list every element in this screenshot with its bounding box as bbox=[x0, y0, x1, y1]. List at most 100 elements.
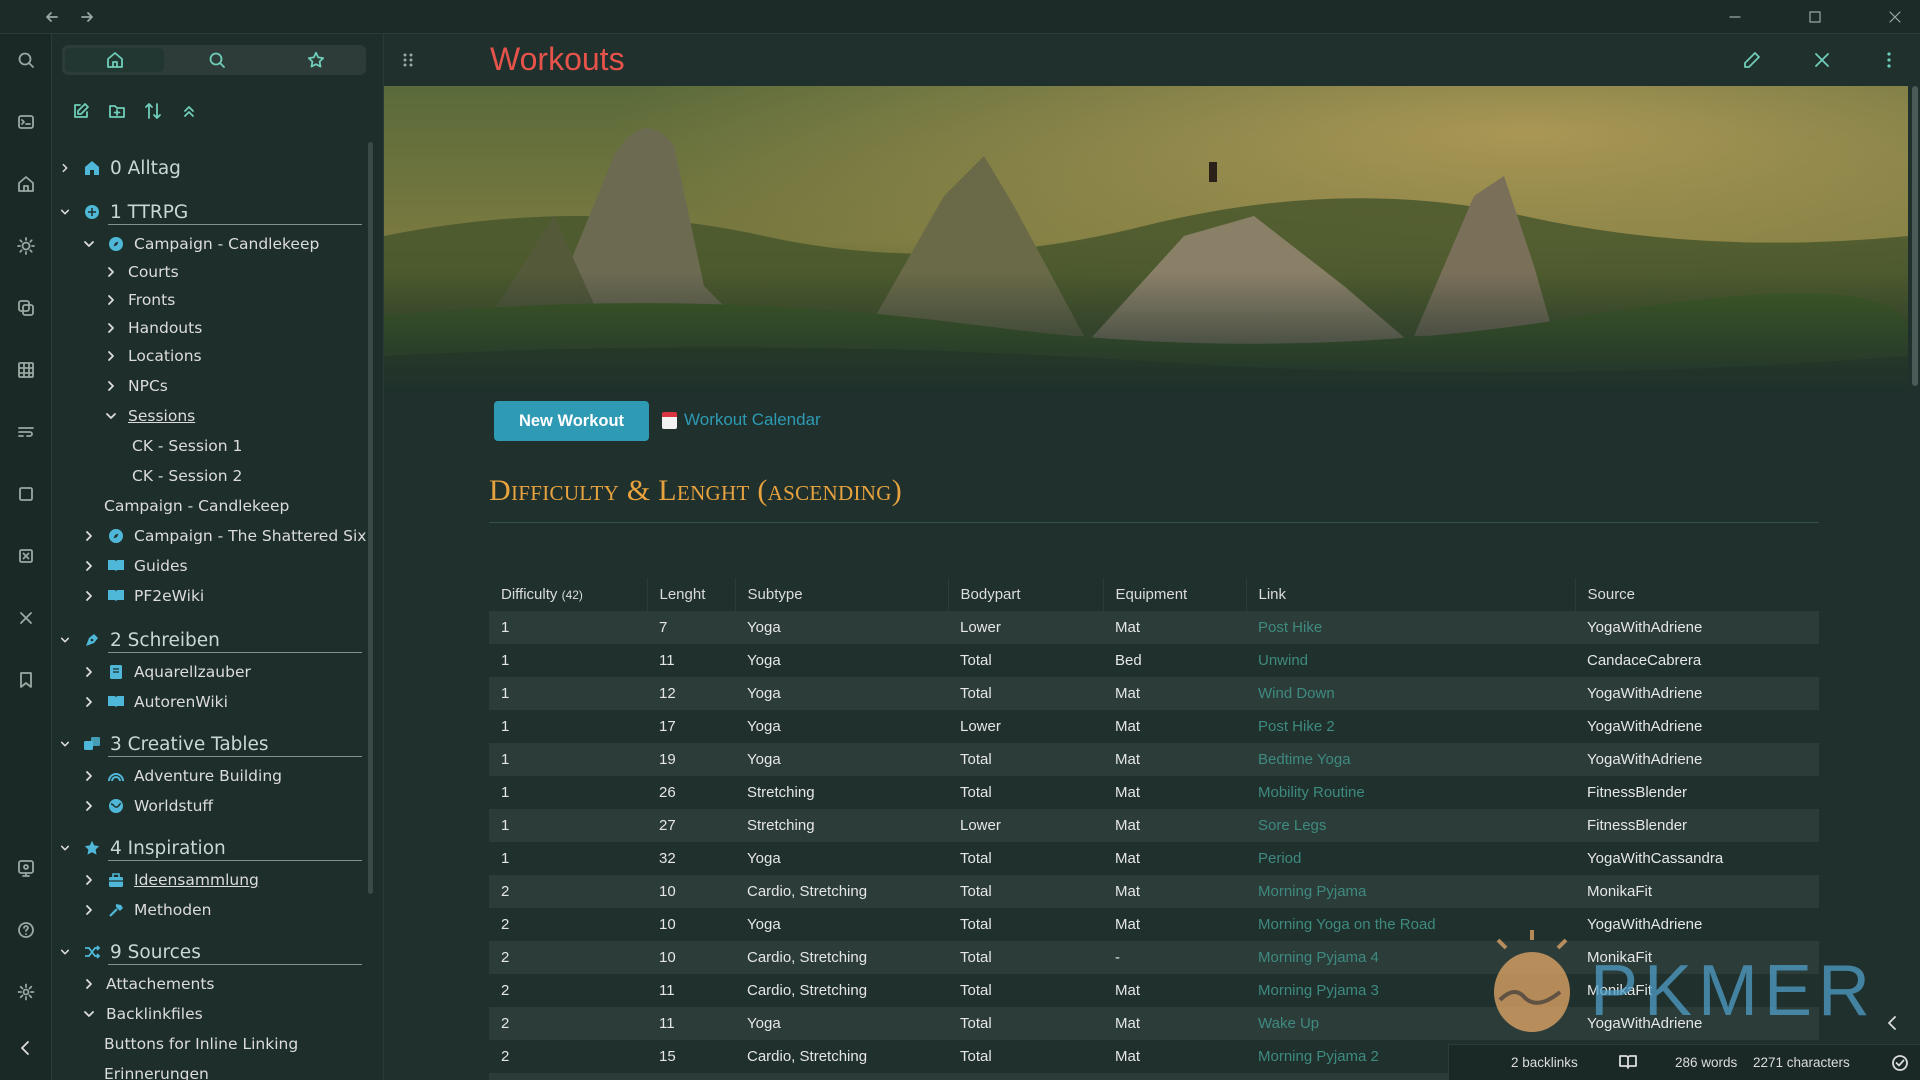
chevron-right-icon[interactable] bbox=[82, 978, 96, 990]
workout-calendar-link[interactable]: Workout Calendar bbox=[662, 410, 821, 430]
square-x-icon[interactable] bbox=[14, 544, 38, 568]
chevron-down-icon[interactable] bbox=[58, 739, 72, 749]
workout-link[interactable]: Mobility Routine bbox=[1246, 776, 1575, 809]
tree-item[interactable]: 1 TTRPG bbox=[58, 200, 188, 224]
chevron-down-icon[interactable] bbox=[58, 947, 72, 957]
workout-link[interactable]: Post Hike 2 bbox=[1246, 710, 1575, 743]
forward-arrow-icon[interactable] bbox=[76, 6, 98, 28]
tree-item[interactable]: Buttons for Inline Linking bbox=[104, 1032, 298, 1056]
help-icon[interactable] bbox=[14, 918, 38, 942]
tree-item[interactable]: 0 Alltag bbox=[58, 156, 181, 180]
collapse-all-icon[interactable] bbox=[178, 100, 200, 122]
workout-link[interactable]: Morning Pyjama bbox=[1246, 875, 1575, 908]
tree-item[interactable]: Handouts bbox=[104, 316, 202, 340]
close-x-icon[interactable] bbox=[14, 606, 38, 630]
tree-item[interactable]: 2 Schreiben bbox=[58, 628, 220, 652]
wrap-text-icon[interactable] bbox=[14, 420, 38, 444]
tree-item[interactable]: Ideensammlung bbox=[82, 868, 259, 892]
reading-mode-book-icon[interactable] bbox=[1619, 1054, 1637, 1070]
chevron-right-icon[interactable] bbox=[104, 294, 118, 306]
tab-search[interactable] bbox=[167, 45, 266, 75]
column-header-lenght[interactable]: Lenght bbox=[647, 578, 736, 611]
tree-item[interactable]: Erinnerungen bbox=[104, 1062, 209, 1080]
sidebar-scrollbar[interactable] bbox=[368, 142, 373, 894]
tree-item[interactable]: Campaign - The Shattered Six bbox=[82, 524, 366, 548]
tree-item[interactable]: PF2eWiki bbox=[82, 584, 204, 608]
new-folder-icon[interactable] bbox=[106, 100, 128, 122]
tree-item[interactable]: AutorenWiki bbox=[82, 690, 228, 714]
chevron-right-icon[interactable] bbox=[82, 560, 96, 572]
tree-item[interactable]: Methoden bbox=[82, 898, 212, 922]
edit-pencil-icon[interactable] bbox=[1742, 50, 1762, 70]
terminal-icon[interactable] bbox=[14, 110, 38, 134]
column-header-difficulty[interactable]: Difficulty (42) bbox=[489, 578, 648, 611]
tree-item[interactable]: NPCs bbox=[104, 374, 168, 398]
tree-item[interactable]: Courts bbox=[104, 260, 179, 284]
chevron-right-icon[interactable] bbox=[82, 530, 96, 542]
chevron-right-icon[interactable] bbox=[82, 904, 96, 916]
tree-item[interactable]: Attachements bbox=[82, 972, 214, 996]
tree-item[interactable]: 3 Creative Tables bbox=[58, 732, 269, 756]
sort-icon[interactable] bbox=[142, 100, 164, 122]
tree-item[interactable]: Adventure Building bbox=[82, 764, 282, 788]
chevron-right-icon[interactable] bbox=[58, 163, 72, 173]
more-options-icon[interactable] bbox=[1886, 50, 1892, 70]
tree-item[interactable]: Backlinkfiles bbox=[82, 1002, 203, 1026]
copy-icon[interactable] bbox=[14, 296, 38, 320]
chevron-down-icon[interactable] bbox=[58, 207, 72, 217]
chevron-right-icon[interactable] bbox=[104, 380, 118, 392]
tree-item[interactable]: 4 Inspiration bbox=[58, 836, 226, 860]
tree-item[interactable]: Guides bbox=[82, 554, 188, 578]
expand-right-sidebar-chevron-icon[interactable] bbox=[1884, 1014, 1900, 1032]
close-window-icon[interactable] bbox=[1884, 6, 1906, 28]
drag-handle-icon[interactable] bbox=[402, 52, 414, 68]
chevron-right-icon[interactable] bbox=[82, 770, 96, 782]
chevron-right-icon[interactable] bbox=[82, 874, 96, 886]
chevron-down-icon[interactable] bbox=[104, 410, 118, 422]
tree-item[interactable]: Sessions bbox=[104, 404, 195, 428]
minimize-icon[interactable] bbox=[1724, 6, 1746, 28]
square-icon[interactable] bbox=[14, 482, 38, 506]
sun-icon[interactable] bbox=[14, 234, 38, 258]
tree-item[interactable]: CK - Session 1 bbox=[122, 434, 242, 458]
tree-item[interactable]: Campaign - Candlekeep bbox=[82, 232, 319, 256]
chevron-right-icon[interactable] bbox=[104, 350, 118, 362]
new-note-icon[interactable] bbox=[70, 100, 92, 122]
column-header-link[interactable]: Link bbox=[1246, 578, 1576, 611]
tree-item[interactable]: Fronts bbox=[104, 288, 175, 312]
chevron-down-icon[interactable] bbox=[58, 843, 72, 853]
workout-link[interactable]: Post Hike bbox=[1246, 611, 1575, 644]
chevron-right-icon[interactable] bbox=[104, 266, 118, 278]
workout-link[interactable]: Sore Legs bbox=[1246, 809, 1575, 842]
backlinks-count[interactable]: 2 backlinks bbox=[1511, 1055, 1578, 1070]
column-header-source[interactable]: Source bbox=[1575, 578, 1819, 611]
column-header-bodypart[interactable]: Bodypart bbox=[948, 578, 1104, 611]
column-header-subtype[interactable]: Subtype bbox=[735, 578, 949, 611]
workout-link[interactable]: Period bbox=[1246, 842, 1575, 875]
tree-item[interactable]: 9 Sources bbox=[58, 940, 201, 964]
maximize-icon[interactable] bbox=[1804, 6, 1826, 28]
chevron-right-icon[interactable] bbox=[104, 322, 118, 334]
column-header-equipment[interactable]: Equipment bbox=[1103, 578, 1247, 611]
settings-gear-icon[interactable] bbox=[14, 980, 38, 1004]
workout-link[interactable]: Wind Down bbox=[1246, 677, 1575, 710]
tab-bookmarks[interactable] bbox=[267, 45, 366, 75]
note-scrollbar[interactable] bbox=[1912, 86, 1918, 386]
collapse-ribbon-chevron-icon[interactable] bbox=[14, 1036, 38, 1060]
sync-status-check-icon[interactable] bbox=[1891, 1054, 1909, 1072]
workout-link[interactable]: Bedtime Yoga bbox=[1246, 743, 1575, 776]
tree-item[interactable]: CK - Session 2 bbox=[122, 464, 242, 488]
tree-item[interactable]: Campaign - Candlekeep bbox=[104, 494, 289, 518]
chevron-down-icon[interactable] bbox=[82, 238, 96, 250]
new-workout-button[interactable]: New Workout bbox=[494, 401, 649, 441]
vault-switch-icon[interactable] bbox=[14, 856, 38, 880]
bookmark-icon[interactable] bbox=[14, 668, 38, 692]
chevron-down-icon[interactable] bbox=[58, 635, 72, 645]
table-icon[interactable] bbox=[14, 358, 38, 382]
chevron-right-icon[interactable] bbox=[82, 666, 96, 678]
back-arrow-icon[interactable] bbox=[41, 6, 63, 28]
tree-item[interactable]: Worldstuff bbox=[82, 794, 213, 818]
tree-item[interactable]: Locations bbox=[104, 344, 202, 368]
chevron-down-icon[interactable] bbox=[82, 1008, 96, 1020]
tab-files[interactable] bbox=[65, 48, 165, 72]
